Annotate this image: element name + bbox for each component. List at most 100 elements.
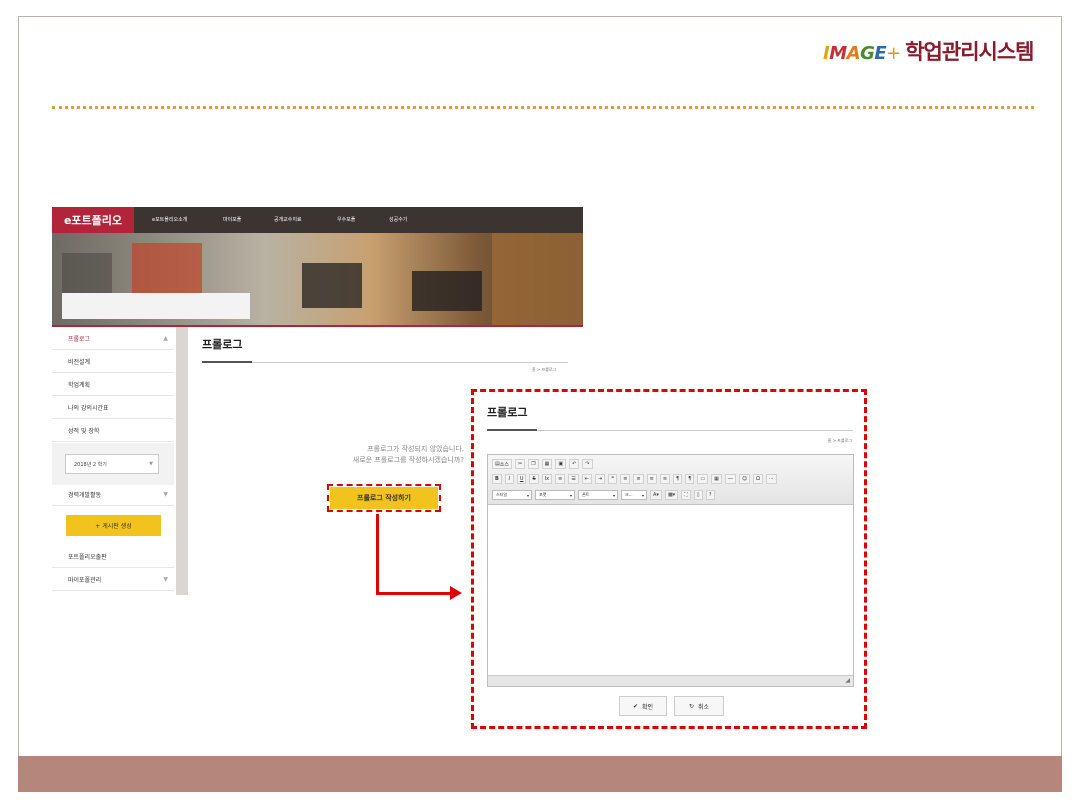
numbered-list-icon[interactable]: ≡ [555,474,566,484]
editor-toolbar: ▤ 소스 ✂ ❐ ▦ ▣ ↶ ↷ B I U S Ix ≡ ☰ ⇤ ⇥ ❞ ≡ … [488,455,853,505]
bullet-list-icon[interactable]: ☰ [568,474,579,484]
blockquote-icon[interactable]: ❞ [608,474,618,484]
sidebar-item-prologue[interactable]: 프롤로그 ▲ [52,327,174,350]
header-banner-image [52,233,583,325]
semester-value: 2018년 2 학기 [74,461,107,468]
align-right-icon[interactable]: ≡ [646,474,657,484]
site-brand[interactable]: e포트폴리오 [52,207,134,233]
chevron-down-icon: ▾ [526,492,529,498]
maximize-icon[interactable]: ⛶ [681,490,691,500]
nav-item-myportfolio[interactable]: 마이포폴 [223,216,241,223]
sidebar-item-study-plan[interactable]: 학업계획 [52,373,174,396]
logo-brand: IMAGE [823,43,887,64]
justify-icon[interactable]: ≡ [659,474,671,484]
style-select-label: 스타일 [496,492,508,497]
nav-item-success-stories[interactable]: 성공수기 [389,216,407,223]
nav-item-intro[interactable]: e포트폴리오소개 [152,216,187,223]
semester-select[interactable]: 2018년 2 학기 ▼ [65,454,159,474]
underline-button[interactable]: U [516,474,527,484]
refresh-icon: ↻ [688,702,694,710]
sidebar-item-grades[interactable]: 성적 및 장학 [52,419,174,442]
sidebar-item-label: 성적 및 장학 [68,427,100,435]
source-label: 소스 [499,461,509,468]
sidebar-item-label: 비전설계 [68,358,91,366]
size-select[interactable]: 크... ▾ [621,490,647,500]
cancel-button[interactable]: ↻ 취소 [674,696,724,716]
title-rule [202,362,568,363]
top-nav: e포트폴리오 e포트폴리오소개 마이포폴 공개교수지료 우수포폴 성공수기 [52,207,583,233]
page-break-icon[interactable]: ⋯ [765,474,777,484]
strike-button[interactable]: S [529,474,539,484]
smiley-icon[interactable]: ☺ [738,474,751,484]
undo-icon[interactable]: ↶ [569,459,580,469]
help-icon[interactable]: ? [705,490,715,500]
hr-icon[interactable]: ― [724,474,736,484]
confirm-button[interactable]: ✔ 확인 [619,696,667,716]
confirm-label: 확인 [641,703,654,711]
sidebar-item-publish[interactable]: 포트폴리오출판 [52,545,174,568]
indent-icon[interactable]: ⇥ [595,474,606,484]
bg-color-icon[interactable]: ▩▾ [664,490,679,500]
dotted-divider [52,106,1034,109]
resize-grip-icon[interactable]: ◢ [845,677,850,684]
sidebar-scrollbar[interactable] [176,327,188,595]
empty-message-line2: 새로운 프롤로그를 작성하시겠습니까? [352,456,464,464]
arrow-right-icon [450,586,462,600]
footer-bar [18,756,1062,792]
paste-icon[interactable]: ▦ [541,459,553,469]
breadcrumb: 홈 > 프롤로그 [532,367,557,372]
empty-message-line1: 프롤로그가 작성되지 않았습니다. [367,445,464,453]
format-select-label: 포맷 [539,492,547,497]
copy-icon[interactable]: ❐ [528,459,539,469]
source-button[interactable]: ▤ 소스 [492,459,512,469]
image-icon[interactable]: ▭ [697,474,709,484]
bold-button[interactable]: B [492,474,502,484]
sidebar-item-career[interactable]: 경력개발활동 ▼ [52,483,174,506]
chevron-up-icon: ▲ [163,334,168,342]
paste-text-icon[interactable]: ▣ [555,459,567,469]
chevron-down-icon: ▾ [612,492,615,498]
create-board-button[interactable]: + 게시판 생성 [66,515,161,536]
sidebar-item-vision[interactable]: 비전설계 [52,350,174,373]
chevron-down-icon: ▾ [569,492,572,498]
popup-title: 프롤로그 [487,406,528,419]
chevron-down-icon: ▾ [641,492,644,498]
special-char-icon[interactable]: Ω [753,474,763,484]
page-title: 프롤로그 [202,338,243,351]
redo-icon[interactable]: ↷ [582,459,593,469]
ltr-icon[interactable]: ¶ [673,474,683,484]
sidebar-item-timetable[interactable]: 나의 강의시간표 [52,396,174,419]
logo-title: 학업관리시스템 [905,40,1034,64]
show-blocks-icon[interactable]: ▯ [693,490,703,500]
format-select[interactable]: 포맷 ▾ [535,490,575,500]
align-center-icon[interactable]: ≡ [633,474,644,484]
chevron-down-icon: ▼ [163,490,168,498]
table-icon[interactable]: ▦ [711,474,722,484]
cancel-label: 취소 [697,703,710,711]
popup-title-rule [487,430,853,431]
rich-text-editor: ▤ 소스 ✂ ❐ ▦ ▣ ↶ ↷ B I U S Ix ≡ ☰ ⇤ ⇥ ❞ ≡ … [487,454,854,687]
size-select-label: 크... [625,492,633,497]
nav-item-best-portfolio[interactable]: 우수포폴 [337,216,355,223]
logo: IMAGE + 학업관리시스템 [823,36,1034,66]
cut-icon[interactable]: ✂ [514,459,526,469]
nav-item-open-materials[interactable]: 공개교수지료 [274,216,302,223]
style-select[interactable]: 스타일 ▾ [492,490,532,500]
text-color-icon[interactable]: A▾ [650,490,662,500]
align-left-icon[interactable]: ≡ [620,474,631,484]
prologue-editor-popup: 프롤로그 홈 > 프롤로그 ▤ 소스 ✂ ❐ ▦ ▣ ↶ ↷ B I U S I… [471,389,867,729]
sidebar-item-manage[interactable]: 마이포폴관리 ▼ [52,568,174,591]
sidebar-item-label: 학업계획 [68,381,91,389]
write-prologue-button[interactable]: 프롤로그 작성하기 [327,484,441,512]
editor-content-area[interactable] [488,505,853,675]
sidebar-item-label: 마이포폴관리 [68,576,102,584]
check-icon: ✔ [632,702,638,710]
rtl-icon[interactable]: ¶ [685,474,695,484]
italic-button[interactable]: I [504,474,514,484]
logo-plus: + [886,43,902,64]
annotation-arrow-horizontal [376,592,454,595]
outdent-icon[interactable]: ⇤ [581,474,592,484]
banner-white-box [62,293,250,319]
font-select[interactable]: 폰트 ▾ [578,490,618,500]
remove-format-button[interactable]: Ix [541,474,553,484]
